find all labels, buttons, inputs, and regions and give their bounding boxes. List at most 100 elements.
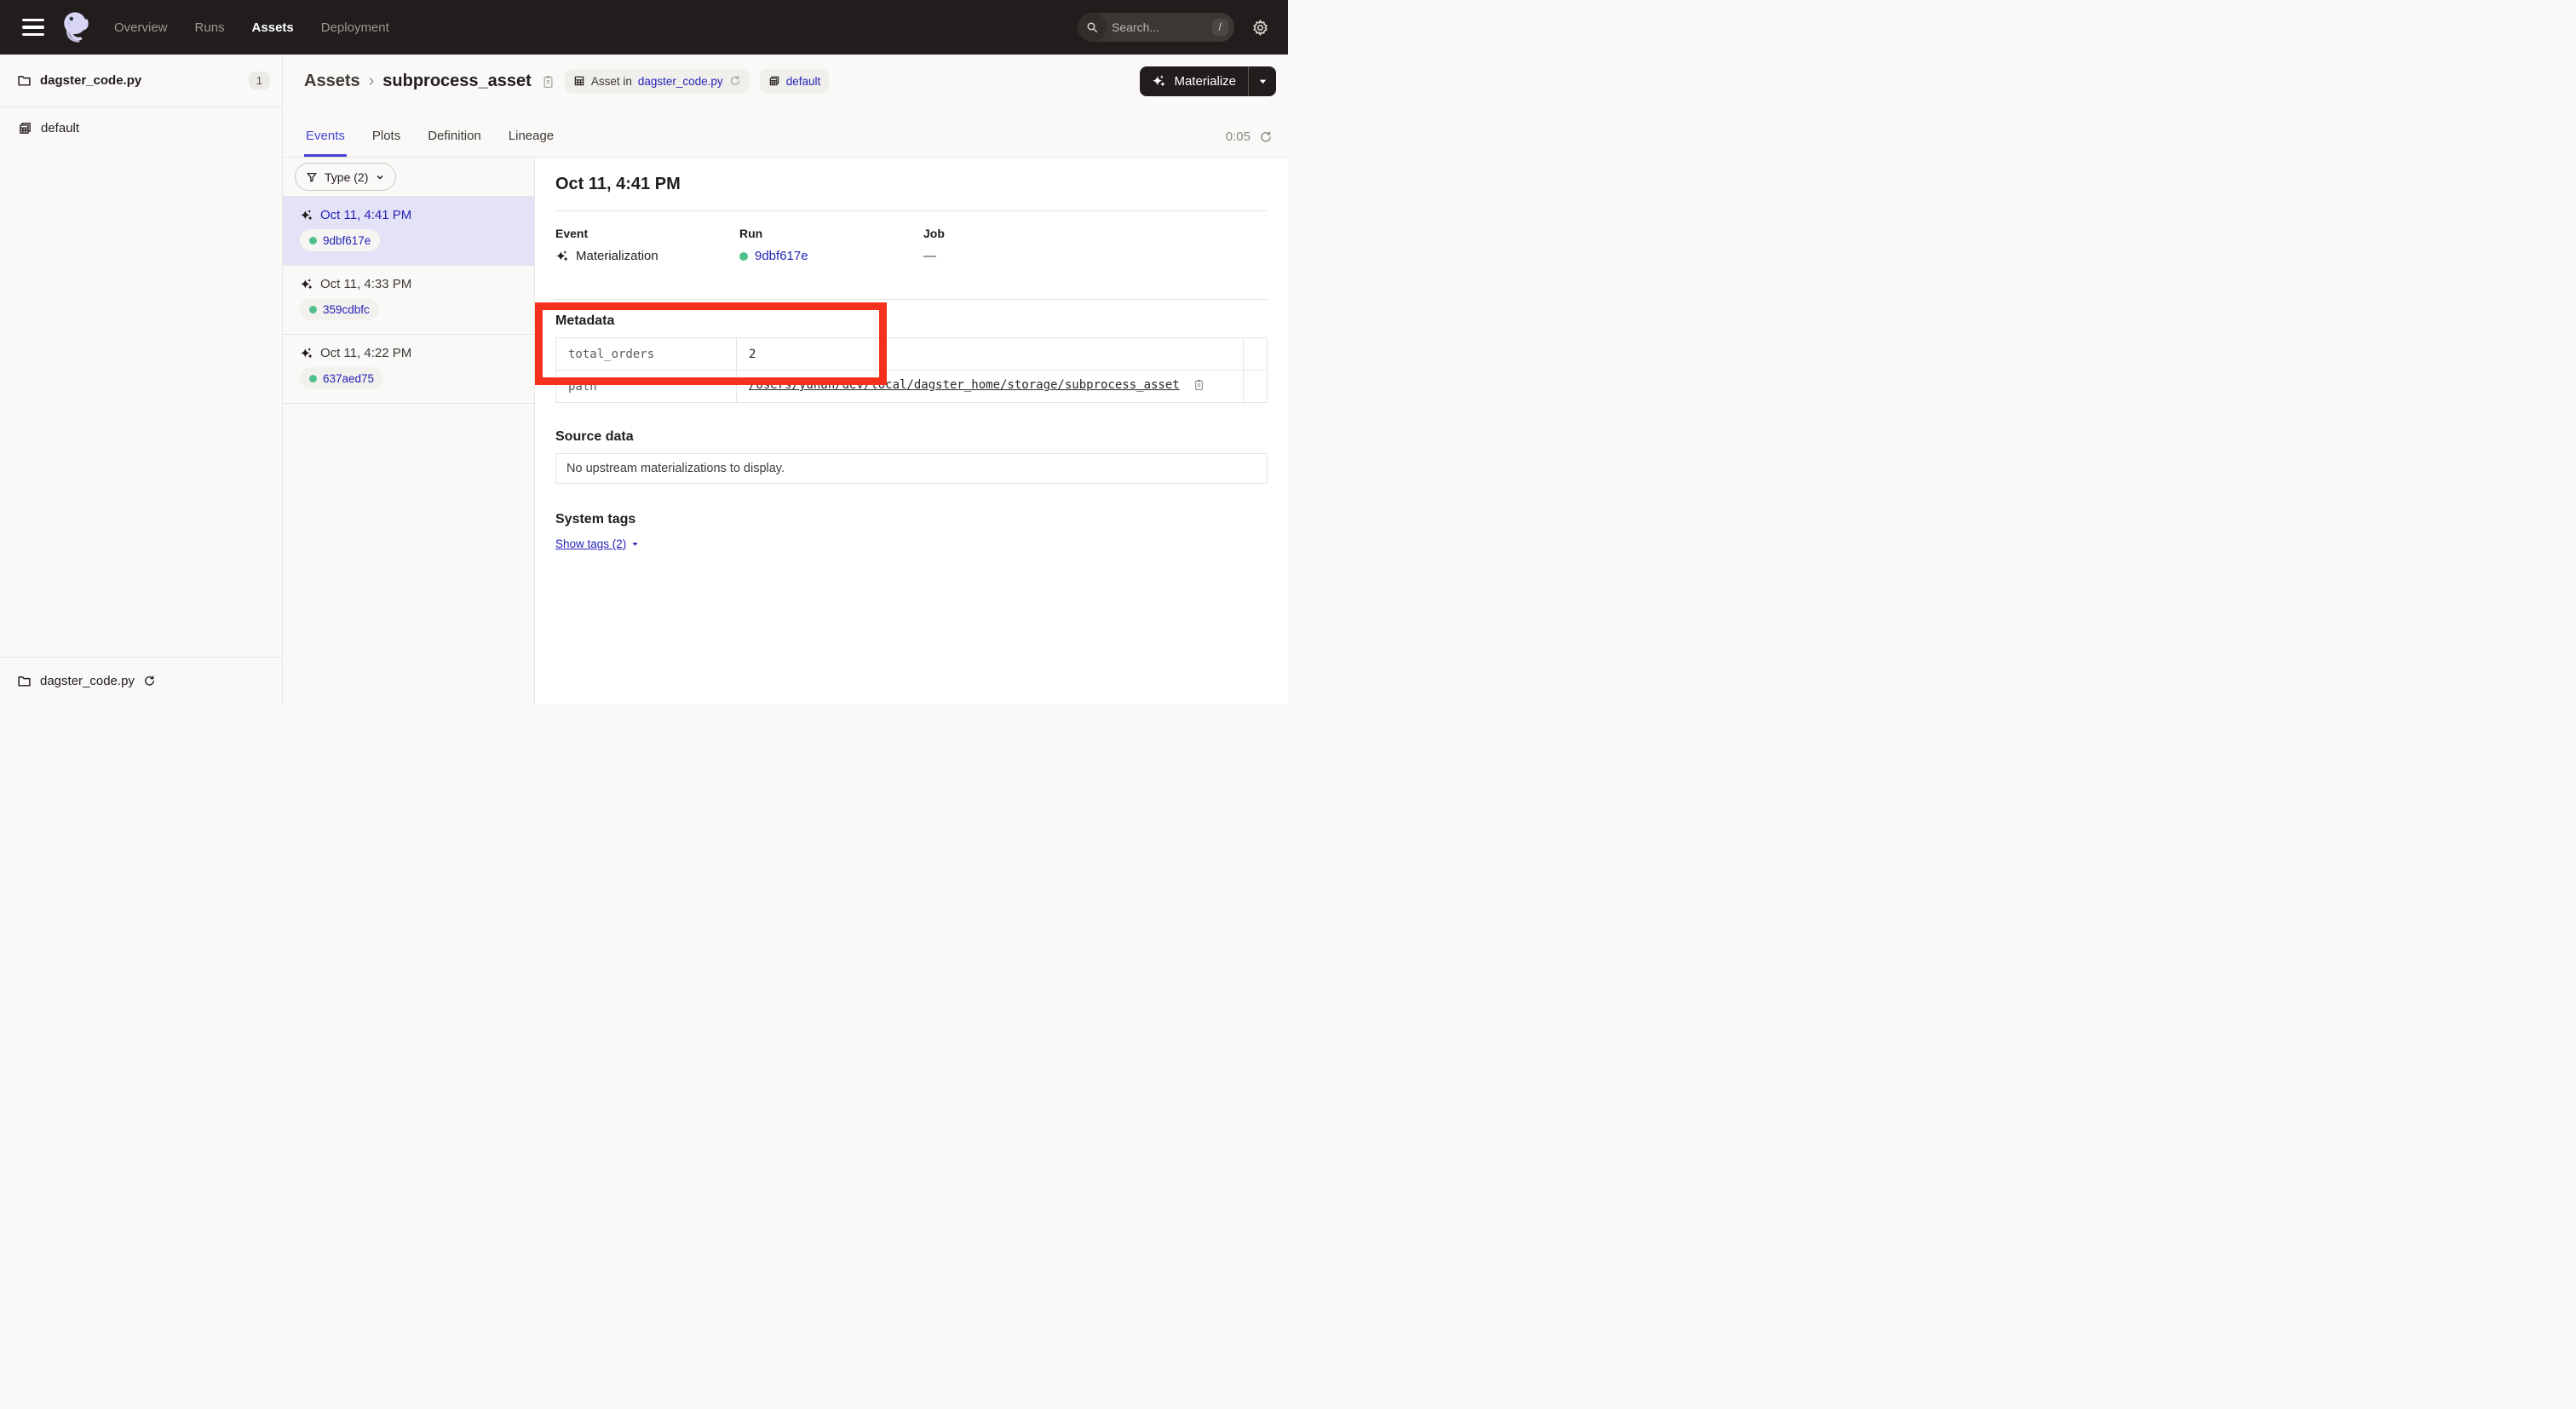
group-tag-link[interactable]: default [786,75,821,88]
location-tag-link[interactable]: dagster_code.py [638,75,723,88]
reload-definitions-icon[interactable] [729,75,741,87]
nav-item-overview[interactable]: Overview [114,20,168,35]
event-list-item[interactable]: Oct 11, 4:22 PM 637aed75 [283,335,534,404]
source-data-empty-message: No upstream materializations to display. [555,453,1268,484]
event-column-label: Event [555,227,739,240]
nav-item-assets[interactable]: Assets [252,20,294,35]
event-detail-title: Oct 11, 4:41 PM [555,175,681,194]
footer-code-location-label: dagster_code.py [40,674,135,688]
filter-funnel-icon [306,171,318,183]
system-tags-heading: System tags [555,512,1268,527]
folder-icon [17,73,32,88]
metadata-key: path [556,371,737,403]
settings-gear-icon[interactable] [1251,19,1269,37]
asset-catalog-sidebar: dagster_code.py 1 default [0,55,283,704]
run-column-label: Run [739,227,923,240]
primary-nav: Overview Runs Assets Deployment [114,20,389,35]
event-timestamp[interactable]: Oct 11, 4:41 PM [320,208,411,222]
menu-icon[interactable] [22,19,44,36]
top-nav: Overview Runs Assets Deployment / [0,0,1288,55]
event-type-value: Materialization [576,249,658,263]
materialize-split-button: Materialize [1140,66,1276,96]
events-filter-row: Type (2) [283,158,534,197]
reload-location-icon[interactable] [143,675,156,687]
type-filter-button[interactable]: Type (2) [295,163,396,191]
dagster-logo-icon[interactable] [60,9,92,45]
metadata-heading: Metadata [555,313,1268,329]
breadcrumb-assets-link[interactable]: Assets [304,72,360,91]
run-status-dot [739,252,748,261]
asset-group-icon [18,121,32,135]
run-id-link[interactable]: 9dbf617e [755,249,808,263]
search-box[interactable]: / [1078,13,1234,42]
sidebar-group-default-item[interactable]: default [0,121,282,135]
metadata-path-link[interactable]: /Users/yuhan/dev/local/dagster_home/stor… [749,378,1180,392]
run-status-dot [309,375,317,382]
sidebar-footer-code-location[interactable]: dagster_code.py [0,657,282,704]
tab-definition[interactable]: Definition [426,129,483,157]
tab-events[interactable]: Events [304,129,347,157]
run-id: 359cdbfc [323,303,370,316]
metadata-key: total_orders [556,338,737,371]
code-location-label: dagster_code.py [40,73,141,88]
show-tags-label: Show tags (2) [555,538,626,550]
run-status-dot [309,306,317,313]
group-tag[interactable]: default [760,69,830,93]
search-input[interactable] [1107,20,1212,34]
folder-icon [17,674,32,688]
event-list-item[interactable]: Oct 11, 4:41 PM 9dbf617e [283,197,534,266]
nav-item-runs[interactable]: Runs [195,20,225,35]
event-detail-panel: Oct 11, 4:41 PM Event [535,158,1288,704]
code-location-tag[interactable]: Asset in dagster_code.py [565,69,750,93]
run-id: 9dbf617e [323,234,371,247]
metadata-section: Metadata total_orders 2 path [555,313,1268,403]
show-tags-toggle[interactable]: Show tags (2) [555,538,639,550]
events-list-panel: Type (2) [283,158,535,704]
metadata-table: total_orders 2 path /Users/yuhan/dev/loc… [555,337,1268,403]
materialization-sparkle-icon [555,250,569,263]
sparkle-icon [1152,74,1166,89]
copy-path-icon[interactable] [1187,381,1205,394]
event-timestamp[interactable]: Oct 11, 4:33 PM [320,277,411,291]
event-timestamp[interactable]: Oct 11, 4:22 PM [320,346,411,360]
run-id-pill[interactable]: 9dbf617e [300,229,380,251]
system-tags-section: System tags Show tags (2) [555,512,1268,552]
materialize-button[interactable]: Materialize [1140,66,1248,96]
asset-header-row: Assets › subprocess_asset [283,55,1288,107]
breadcrumb: Assets › subprocess_asset [304,72,555,91]
dagster-asset-page: Overview Runs Assets Deployment / [0,0,1288,704]
run-id-pill[interactable]: 637aed75 [300,367,383,389]
copy-asset-name-icon[interactable] [542,74,555,89]
materialization-sparkle-icon [300,278,313,291]
search-shortcut-badge: / [1212,19,1228,36]
job-value: — [923,249,936,263]
asset-grid-icon [573,75,585,87]
materialization-sparkle-icon [300,209,313,222]
search-icon [1078,13,1107,42]
sidebar-code-location-item[interactable]: dagster_code.py 1 [0,55,282,107]
chevron-down-icon [375,172,385,182]
tab-plots[interactable]: Plots [371,129,402,157]
job-column-label: Job [923,227,1268,240]
event-summary-grid: Event Materialization [555,211,1268,300]
run-status-dot [309,237,317,244]
source-data-section: Source data No upstream materializations… [555,429,1268,484]
asset-tabs: Events Plots Definition Lineage 0:05 [283,107,1288,158]
asset-count-badge: 1 [249,72,270,89]
auto-refresh-timer: 0:05 [1226,129,1273,144]
group-grid-icon [768,75,780,87]
asset-content: Assets › subprocess_asset [283,55,1288,704]
run-id-pill[interactable]: 359cdbfc [300,298,379,320]
refresh-icon[interactable] [1259,130,1273,144]
materialize-dropdown-button[interactable] [1249,66,1276,96]
refresh-countdown: 0:05 [1226,129,1251,144]
metadata-row: total_orders 2 [556,338,1268,371]
caret-down-icon [631,540,639,548]
group-label: default [41,121,79,135]
metadata-row: path /Users/yuhan/dev/local/dagster_home… [556,371,1268,403]
nav-right-cluster: / [1078,13,1274,42]
event-list-item[interactable]: Oct 11, 4:33 PM 359cdbfc [283,266,534,335]
tab-lineage[interactable]: Lineage [507,129,555,157]
nav-item-deployment[interactable]: Deployment [321,20,389,35]
source-data-heading: Source data [555,429,1268,445]
